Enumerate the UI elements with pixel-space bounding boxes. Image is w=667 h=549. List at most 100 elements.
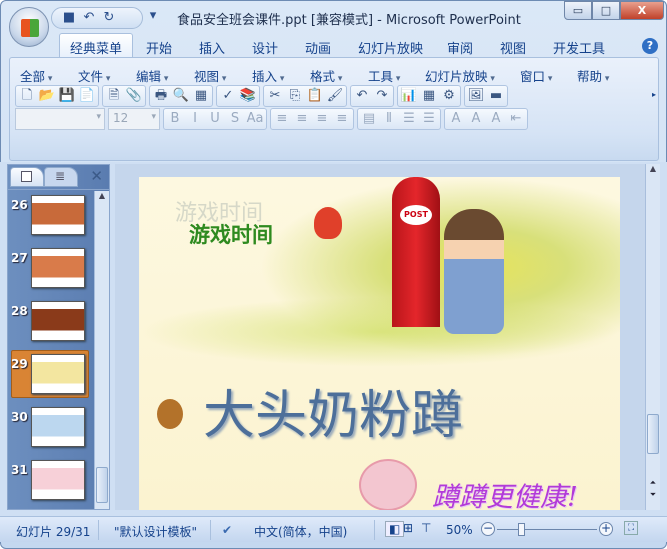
close-button[interactable]: X (620, 1, 664, 20)
menu-6[interactable]: 工具 (368, 66, 400, 85)
zoom-slider-thumb[interactable] (518, 523, 525, 536)
toolbar-button-icon[interactable]: S (226, 110, 244, 128)
zoom-slider[interactable] (497, 529, 597, 530)
toolbar-button-icon[interactable]: A (447, 110, 465, 128)
theme-name[interactable]: "默认设计模板" (114, 523, 197, 540)
toolbar-button-icon[interactable]: ⇤ (507, 110, 525, 128)
toolbar-button-icon[interactable]: ≡ (333, 110, 351, 128)
toolbar-button-icon[interactable]: ▦ (192, 87, 210, 105)
toolbar-group: 📊 ▦ ⚙ (397, 85, 461, 107)
menu-0[interactable]: 全部 (20, 66, 52, 85)
toolbar-button-icon[interactable]: ↶ (353, 87, 371, 105)
scroll-up-icon[interactable]: ▲ (95, 191, 109, 200)
toolbar-button-icon[interactable]: A (467, 110, 485, 128)
toolbar-button-icon[interactable]: 📊 (400, 87, 418, 105)
slides-tab[interactable] (10, 167, 44, 187)
toolbar-group: 🗎 📎 (102, 85, 146, 107)
slides-pane-scrollbar[interactable]: ▲ (94, 191, 109, 509)
slide-thumbnail[interactable] (31, 248, 85, 288)
toolbar-button-icon[interactable]: ▤ (360, 110, 378, 128)
toolbar-button-icon[interactable]: U (206, 110, 224, 128)
slide-thumbnail[interactable] (31, 301, 85, 341)
slide-sorter-button[interactable]: ⊞ (403, 521, 413, 535)
fit-to-window-button[interactable]: ⛶ (624, 521, 638, 535)
toolbar-button-icon[interactable]: ↷ (373, 87, 391, 105)
slide-thumbnail[interactable] (31, 195, 85, 235)
toolbar-button-icon[interactable]: B (166, 110, 184, 128)
office-button[interactable] (9, 7, 49, 47)
toolbar-button-icon[interactable]: ⎘ (286, 87, 304, 105)
more-icon[interactable]: ▸ (652, 90, 656, 99)
slide-scrollbar[interactable]: ▲ ⏶ ⏷ (645, 164, 660, 510)
slide-number: 29 (11, 357, 28, 371)
menu-1[interactable]: 文件 (78, 66, 110, 85)
toolbar-button-icon[interactable]: 📚 (239, 87, 257, 105)
toolbar-button-icon[interactable]: 📄 (78, 87, 96, 105)
toolbar-button-icon[interactable]: ☰ (420, 110, 438, 128)
toolbar-button-icon[interactable]: ☰ (400, 110, 418, 128)
language-indicator[interactable]: 中文(简体，中国) (254, 523, 347, 540)
toolbar-button-icon[interactable]: 🖶 (152, 87, 170, 105)
slide-heading: 游戏时间 (189, 222, 273, 247)
menu-4[interactable]: 插入 (252, 66, 284, 85)
font-name-combo[interactable] (15, 108, 105, 130)
toolbar-button-icon[interactable]: A (487, 110, 505, 128)
toolbar-button-icon[interactable]: Aa (246, 110, 264, 128)
toolbar-button-icon[interactable]: 📋 (306, 87, 324, 105)
post-label: POST (400, 205, 432, 225)
toolbar-button-icon[interactable]: ✓ (219, 87, 237, 105)
close-pane-button[interactable]: ✕ (90, 167, 103, 185)
outline-tab[interactable]: ≣ (44, 167, 78, 187)
undo-icon[interactable]: ↶ (82, 11, 96, 25)
toolbar-button-icon[interactable]: 🗋 (18, 87, 36, 105)
menu-3[interactable]: 视图 (194, 66, 226, 85)
toolbar-button-icon[interactable]: ≡ (313, 110, 331, 128)
toolbar-button-icon[interactable]: ✂ (266, 87, 284, 105)
toolbar-button-icon[interactable]: 💾 (58, 87, 76, 105)
help-icon[interactable]: ? (642, 38, 658, 54)
save-icon[interactable]: ■ (62, 11, 76, 25)
menu-2[interactable]: 编辑 (136, 66, 168, 85)
toolbar-button-icon[interactable]: ⫴ (380, 110, 398, 128)
toolbar-button-icon[interactable]: 🗎 (105, 87, 123, 105)
scroll-up-icon[interactable]: ▲ (646, 164, 660, 173)
slideshow-button[interactable]: ⊤ (421, 521, 431, 535)
zoom-level[interactable]: 50% (446, 523, 473, 537)
zoom-in-button[interactable]: + (599, 522, 613, 536)
menu-7[interactable]: 幻灯片放映 (425, 66, 495, 85)
scrollbar-thumb[interactable] (96, 467, 108, 503)
scrollbar-thumb[interactable] (647, 414, 659, 454)
menu-5[interactable]: 格式 (310, 66, 342, 85)
toolbar-button-icon[interactable]: ▦ (420, 87, 438, 105)
previous-slide-icon[interactable]: ⏶ (646, 478, 660, 488)
customize-icon[interactable]: ▾ (146, 9, 160, 23)
toolbar-button-icon[interactable]: I (186, 110, 204, 128)
toolbar-button-icon[interactable]: 🖼 (467, 87, 485, 105)
font-size-combo[interactable]: 12 (108, 108, 160, 130)
slide-thumbnail[interactable] (31, 407, 85, 447)
toolbar-button-icon[interactable]: ⚙ (440, 87, 458, 105)
toolbar-button-icon[interactable]: 🔍 (172, 87, 190, 105)
redo-icon[interactable]: ↻ (102, 11, 116, 25)
slide-thumbnail[interactable] (31, 354, 85, 394)
slide-thumbnail[interactable] (31, 460, 85, 500)
current-slide[interactable]: 游戏时间 游戏时间 POST 大头奶粉蹲 蹲蹲更健康! (139, 177, 620, 510)
toolbar-button-icon[interactable]: 📂 (38, 87, 56, 105)
next-slide-icon[interactable]: ⏷ (646, 490, 660, 500)
toolbar-button-icon[interactable]: 🖌 (326, 87, 344, 105)
toolbar-button-icon[interactable]: ▬ (487, 87, 505, 105)
maximize-button[interactable]: □ (592, 1, 620, 20)
spell-check-icon[interactable]: ✔ (222, 523, 232, 537)
slide-counter: 幻灯片 29/31 (16, 525, 91, 539)
slide-title: 大头奶粉蹲 (203, 386, 464, 446)
minimize-button[interactable]: ▭ (564, 1, 592, 20)
zoom-out-button[interactable]: − (481, 522, 495, 536)
menu-8[interactable]: 窗口 (520, 66, 552, 85)
toolbar-button-icon[interactable]: ≡ (293, 110, 311, 128)
menu-9[interactable]: 帮助 (577, 66, 609, 85)
toolbar-button-icon[interactable]: 📎 (125, 87, 143, 105)
toolbar-group: 🖼 ▬ (464, 85, 508, 107)
toolbar-button-icon[interactable]: ≡ (273, 110, 291, 128)
toolbar-group: ✓ 📚 (216, 85, 260, 107)
normal-view-button[interactable]: ◧ (385, 521, 405, 537)
